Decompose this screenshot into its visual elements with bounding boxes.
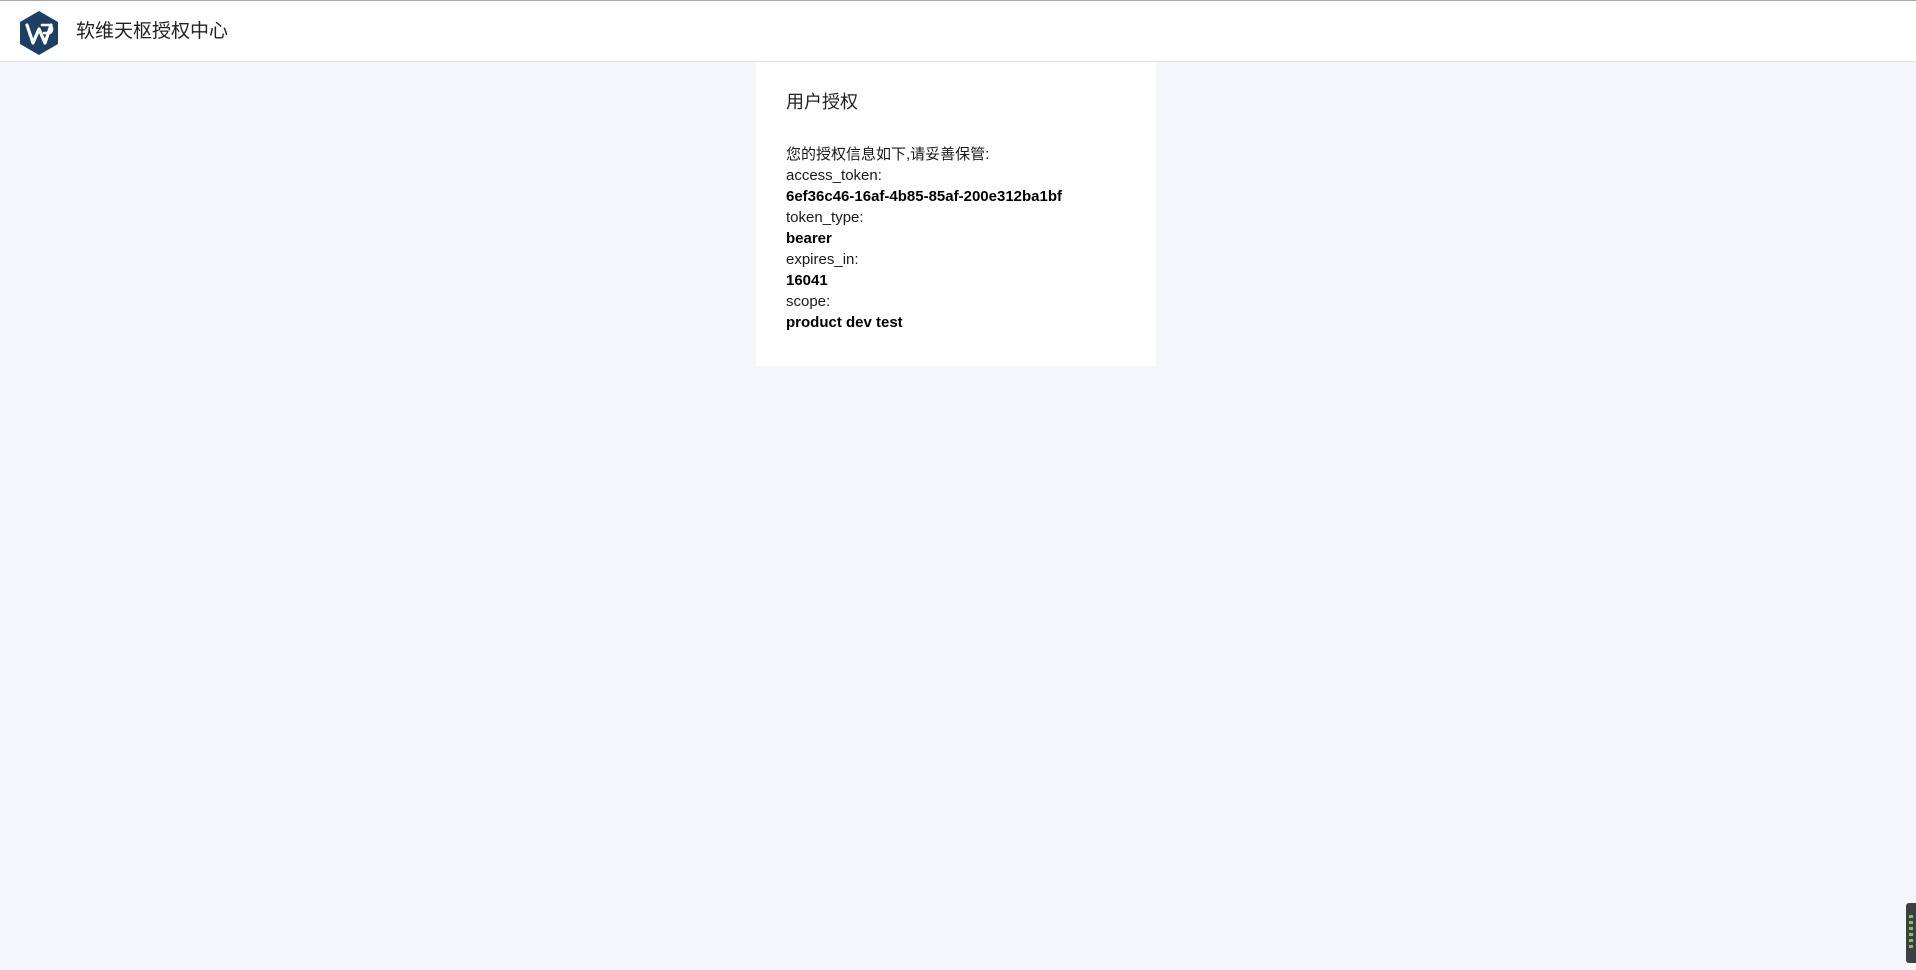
intro-text: 您的授权信息如下,请妥善保管: [786, 146, 990, 163]
widget-indicator [1909, 933, 1913, 936]
widget-indicator [1909, 927, 1913, 930]
widget-indicator [1909, 945, 1913, 948]
token-type-label: token_type: [786, 209, 864, 226]
access-token-value: 6ef36c46-16af-4b85-85af-200e312ba1bf [786, 188, 1063, 205]
card-title: 用户授权 [786, 92, 858, 112]
expires-in-value: 16041 [786, 272, 828, 289]
token-type-value: bearer [786, 230, 832, 247]
authorization-card: 用户授权 您的授权信息如下,请妥善保管: access_token: 6ef36… [756, 62, 1156, 366]
widget-indicator [1909, 915, 1913, 918]
floating-widget-tab[interactable] [1906, 903, 1916, 963]
widget-indicator [1909, 921, 1913, 924]
scope-value: product dev test [786, 314, 903, 331]
scope-label: scope: [786, 293, 831, 310]
widget-indicator [1909, 939, 1913, 942]
access-token-label: access_token: [786, 167, 882, 184]
expires-in-label: expires_in: [786, 251, 859, 268]
top-header: 软维天枢授权中心 [0, 0, 1916, 62]
wt-hexagon-logo-icon[interactable] [18, 10, 60, 56]
site-title: 软维天枢授权中心 [76, 21, 229, 42]
